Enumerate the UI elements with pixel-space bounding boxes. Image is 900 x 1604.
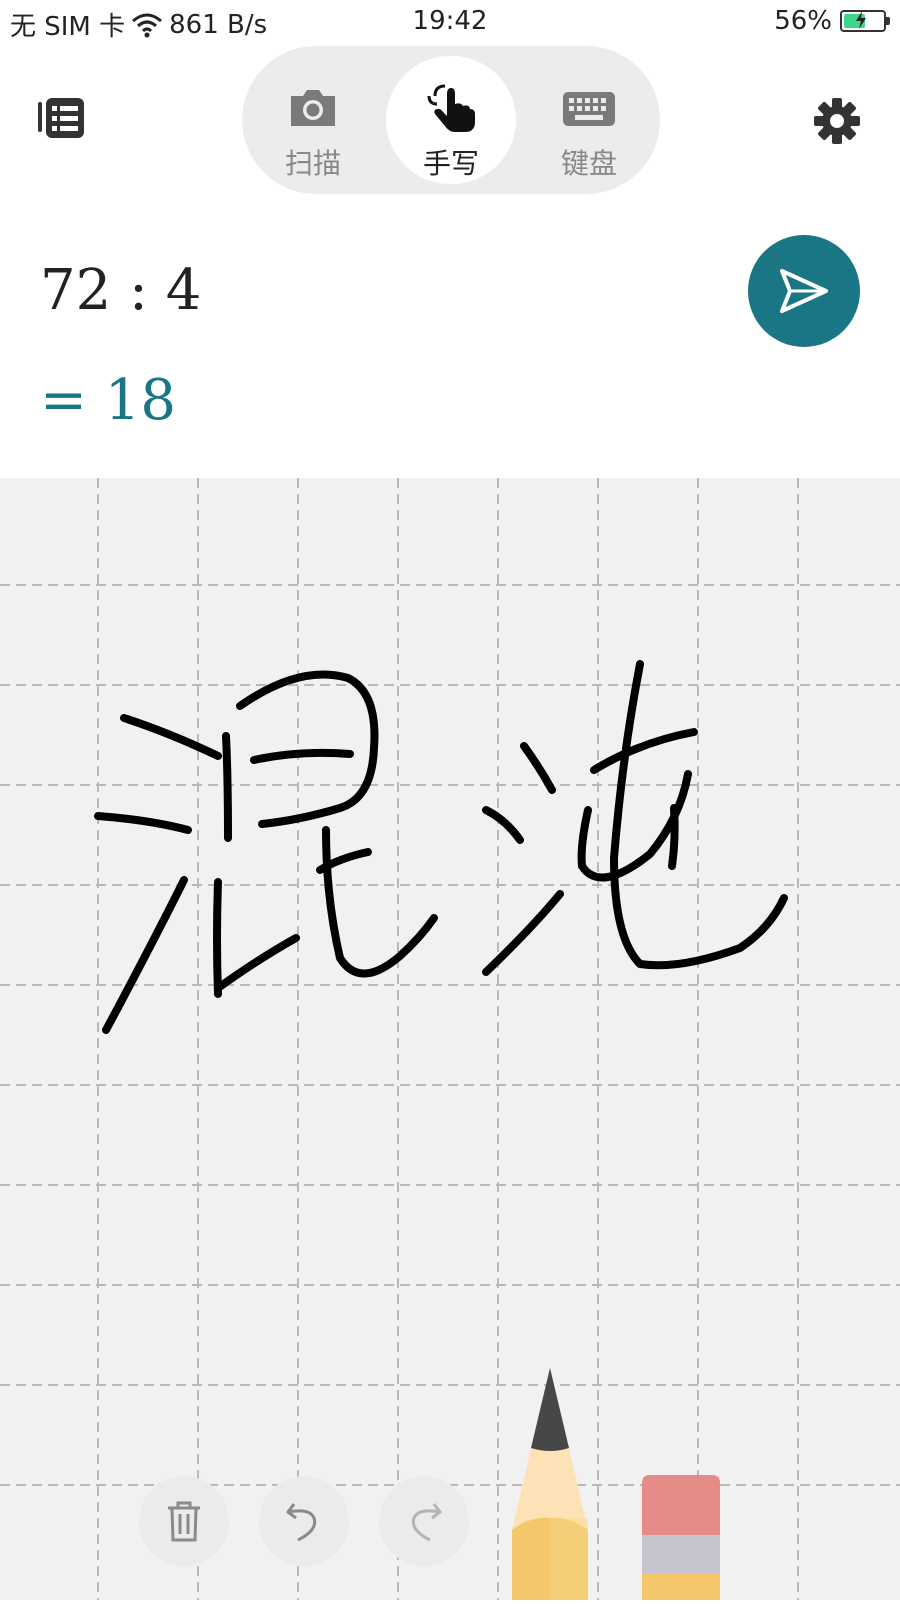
handwriting-canvas[interactable] bbox=[0, 478, 900, 1600]
pencil-tool[interactable] bbox=[510, 1368, 590, 1600]
result-text: = 18 bbox=[40, 368, 176, 433]
mode-handwriting-button[interactable]: 手写 bbox=[386, 56, 516, 184]
expression-text: 72 : 4 bbox=[40, 258, 202, 323]
keyboard-icon bbox=[563, 92, 615, 126]
mode-scan-label: 扫描 bbox=[284, 147, 341, 180]
ink-stroke bbox=[250, 748, 354, 764]
mode-keyboard-button[interactable]: 键盘 bbox=[524, 56, 654, 184]
ink-stroke bbox=[120, 714, 222, 760]
eraser-icon bbox=[642, 1475, 720, 1600]
battery-percent: 56% bbox=[774, 6, 832, 36]
handwriting-strokes bbox=[94, 660, 788, 1034]
history-list-button[interactable] bbox=[38, 98, 88, 144]
ink-stroke bbox=[610, 660, 788, 970]
status-right: 56% bbox=[774, 6, 890, 36]
ink-stroke bbox=[520, 742, 556, 794]
battery-icon bbox=[840, 10, 890, 32]
eraser-tool[interactable] bbox=[642, 1475, 720, 1600]
ink-stroke bbox=[102, 876, 188, 1034]
mode-scan-button[interactable]: 扫描 bbox=[248, 56, 378, 184]
mode-handwriting-label: 手写 bbox=[422, 147, 479, 180]
top-toolbar: 扫描 手写 键盘 bbox=[0, 46, 900, 196]
mode-keyboard-label: 键盘 bbox=[560, 147, 617, 180]
undo-icon bbox=[286, 1503, 317, 1542]
handwriting-hand-icon bbox=[427, 84, 475, 132]
input-mode-switch: 扫描 手写 键盘 bbox=[242, 46, 660, 194]
ink-stroke bbox=[482, 890, 564, 976]
ink-stroke bbox=[668, 804, 679, 870]
send-icon bbox=[780, 269, 828, 313]
trash-icon bbox=[168, 1501, 200, 1542]
ink-stroke bbox=[222, 732, 232, 842]
redo-button[interactable] bbox=[379, 1476, 469, 1566]
redo-icon bbox=[411, 1503, 442, 1542]
ink-stroke bbox=[213, 878, 222, 998]
undo-button[interactable] bbox=[259, 1476, 349, 1566]
ink-stroke bbox=[322, 826, 438, 978]
ink-stroke bbox=[214, 934, 300, 992]
history-list-icon bbox=[38, 98, 84, 138]
ink-stroke bbox=[482, 806, 524, 844]
settings-button[interactable] bbox=[812, 96, 862, 146]
clear-button[interactable] bbox=[139, 1476, 229, 1566]
ink-stroke bbox=[94, 812, 192, 834]
gear-icon bbox=[814, 98, 860, 144]
status-time: 19:42 bbox=[412, 6, 488, 36]
camera-icon bbox=[291, 90, 335, 126]
status-bar: 无 SIM 卡 861 B/s 19:42 56% bbox=[0, 0, 900, 46]
ink-stroke bbox=[590, 728, 698, 774]
send-button[interactable] bbox=[748, 235, 860, 347]
pencil-icon bbox=[512, 1368, 588, 1600]
